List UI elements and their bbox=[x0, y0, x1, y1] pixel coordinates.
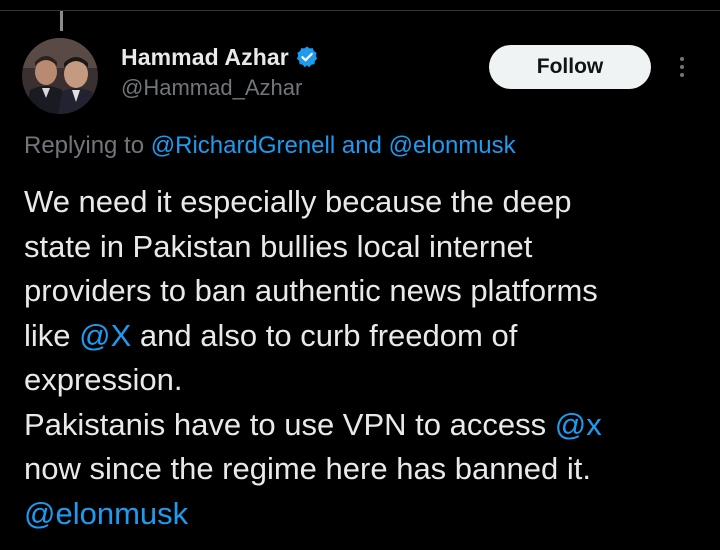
thread-connector-line bbox=[60, 11, 63, 31]
tweet-text-segment: like bbox=[24, 317, 71, 353]
top-divider bbox=[0, 10, 720, 11]
tweet-line: now since the regime here has banned it. bbox=[24, 451, 591, 486]
replying-to-prefix: Replying to bbox=[24, 132, 145, 159]
author-handle[interactable]: @Hammad_Azhar bbox=[121, 75, 319, 101]
author-display-name[interactable]: Hammad Azhar bbox=[121, 44, 289, 71]
tweet-text-segment: and also to curb freedom of bbox=[139, 317, 518, 353]
more-dot bbox=[680, 65, 684, 69]
mention-link[interactable]: @x bbox=[555, 407, 602, 442]
tweet-line: like @X and also to curb freedom of bbox=[24, 314, 714, 359]
tweet-line: providers to ban authentic news platform… bbox=[24, 273, 598, 308]
name-row: Hammad Azhar bbox=[121, 42, 319, 72]
avatar[interactable] bbox=[22, 38, 98, 114]
mention-link[interactable]: @elonmusk bbox=[389, 132, 516, 159]
tweet-line: expression. bbox=[24, 362, 183, 397]
reply-conjunction: and bbox=[341, 132, 382, 159]
tweet-line: We need it especially because the deep bbox=[24, 184, 572, 219]
avatar-photo bbox=[22, 38, 98, 114]
mention-link[interactable]: @elonmusk bbox=[24, 496, 188, 531]
tweet-text-segment: Pakistanis have to use VPN to access bbox=[24, 406, 547, 442]
follow-button[interactable]: Follow bbox=[489, 45, 651, 89]
mention-link[interactable]: @X bbox=[79, 318, 131, 353]
more-dot bbox=[680, 57, 684, 61]
tweet-text: We need it especially because the deep s… bbox=[24, 180, 714, 536]
more-vertical-icon[interactable] bbox=[670, 52, 694, 82]
tweet-line: Pakistanis have to use VPN to access @x bbox=[24, 403, 714, 448]
replying-to-line: Replying to @RichardGrenell and @elonmus… bbox=[24, 132, 516, 160]
mention-link[interactable]: @RichardGrenell bbox=[151, 132, 335, 159]
verified-badge-icon bbox=[295, 45, 319, 69]
more-dot bbox=[680, 73, 684, 77]
tweet-line: @elonmusk bbox=[24, 492, 714, 537]
author-block: Hammad Azhar @Hammad_Azhar bbox=[121, 42, 319, 101]
tweet-line: state in Pakistan bullies local internet bbox=[24, 228, 533, 264]
